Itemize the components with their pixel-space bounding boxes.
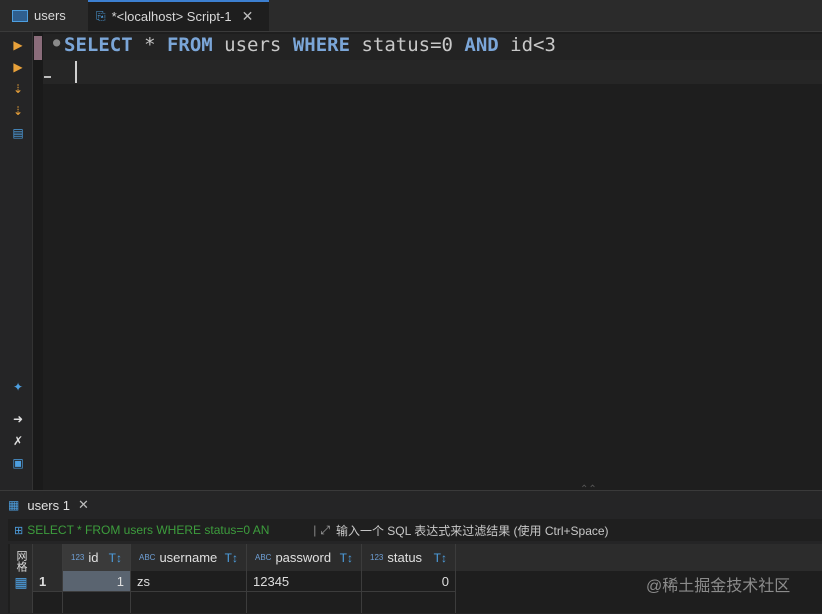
sql-keyword: FROM <box>166 34 213 56</box>
table-cell-password[interactable]: 12345 <box>247 571 362 592</box>
sql-keyword: AND <box>464 34 499 56</box>
empty-row-cell <box>63 592 131 613</box>
filter-divider: | <box>313 523 317 537</box>
column-sort-filter-icon[interactable]: T↕ <box>434 551 447 565</box>
execute-statement-new-tab-icon[interactable]: ▶ <box>11 60 25 74</box>
result-tab-label: users 1 <box>27 497 70 513</box>
row-number[interactable]: 1 <box>33 571 63 592</box>
header-filler <box>456 544 822 571</box>
sql-text: users <box>212 34 293 56</box>
empty-row-cell <box>362 592 456 613</box>
sql-keyword: SELECT <box>64 34 133 56</box>
column-sort-filter-icon[interactable]: T↕ <box>225 551 238 565</box>
grid-view-icon: ▦ <box>14 574 28 590</box>
watermark: @稀土掘金技术社区 <box>646 578 791 595</box>
panel-resize-handle-icon[interactable]: ⌃⌃ <box>580 484 597 495</box>
table-cell-username[interactable]: zs <box>131 571 247 592</box>
open-file-icon[interactable]: ▣ <box>11 456 25 470</box>
numeric-type-icon: 123 <box>370 553 384 562</box>
result-filter-bar[interactable]: ⊞ SELECT * FROM users WHERE status=0 AN … <box>8 519 822 541</box>
close-tab-icon[interactable]: ✕ <box>242 8 254 25</box>
line-marker <box>44 76 51 78</box>
expand-filter-icon[interactable]: ⤢ <box>320 523 330 538</box>
clear-output-icon[interactable]: ✗ <box>11 434 25 448</box>
explain-plan-icon[interactable]: ▤ <box>11 126 25 140</box>
editor-left-toolbar: ▶ ▶ ⇣ ⇣ ▤ ✦ ➜ ✗ ▣ <box>0 32 33 490</box>
numeric-type-icon: 123 <box>71 553 85 562</box>
row-number-header <box>33 544 63 571</box>
table-icon <box>12 9 28 22</box>
column-name: status <box>387 550 423 565</box>
editor-tab-bar: users ⎘ *<localhost> Script-1 ✕ <box>0 0 822 32</box>
transaction-mode-icon[interactable]: ✦ <box>11 380 25 394</box>
table-cell-id[interactable]: 1 <box>63 571 131 592</box>
sql-line-1[interactable]: SELECT * FROM users WHERE status=0 AND i… <box>64 34 556 56</box>
filter-input-placeholder: 输入一个 SQL 表达式来过滤结果 (使用 Ctrl+Space) <box>335 523 609 538</box>
export-icon[interactable]: ➜ <box>11 412 25 426</box>
column-name: password <box>275 550 332 565</box>
result-tab-users-1[interactable]: ▦ users 1 ✕ <box>8 494 89 516</box>
empty-row-cell <box>131 592 247 613</box>
close-result-tab-icon[interactable]: ✕ <box>78 497 89 513</box>
tab-users[interactable]: users <box>0 0 86 31</box>
column-sort-filter-icon[interactable]: T↕ <box>109 551 122 565</box>
grid-icon: ▦ <box>8 498 20 512</box>
text-type-icon: ABC <box>255 553 272 562</box>
empty-row-cell <box>247 592 362 613</box>
sql-keyword: WHERE <box>292 34 351 56</box>
column-name: id <box>88 550 99 565</box>
column-header-id[interactable]: 123 id T↕ <box>63 544 131 571</box>
execute-statement-icon[interactable]: ▶ <box>11 38 25 52</box>
sql-text: id<3 <box>498 34 556 56</box>
editor-gutter <box>33 32 43 490</box>
sql-editor[interactable] <box>33 32 822 490</box>
script-icon: ⎘ <box>96 9 106 23</box>
column-header-status[interactable]: 123 status T↕ <box>362 544 456 571</box>
current-statement-marker <box>34 36 42 60</box>
text-caret <box>75 61 77 83</box>
sql-text: * <box>132 34 167 56</box>
filter-sql-preview: SELECT * FROM users WHERE status=0 AN <box>27 523 270 537</box>
empty-row-cell <box>33 592 63 613</box>
column-name: username <box>159 550 218 565</box>
tab-script-1[interactable]: ⎘ *<localhost> Script-1 ✕ <box>88 0 269 31</box>
grid-view-toggle[interactable]: 网格 ▦ <box>10 544 33 613</box>
fold-marker-icon: ● <box>53 35 61 49</box>
tab-script-label: *<localhost> Script-1 <box>111 9 232 24</box>
column-header-password[interactable]: ABC password T↕ <box>247 544 362 571</box>
column-sort-filter-icon[interactable]: T↕ <box>340 551 353 565</box>
filter-icon: ⊞ <box>14 524 24 537</box>
grid-view-label: 网格 <box>15 550 27 572</box>
line-2-highlight <box>43 60 822 84</box>
text-type-icon: ABC <box>139 553 156 562</box>
table-cell-status[interactable]: 0 <box>362 571 456 592</box>
execute-script-new-tab-icon[interactable]: ⇣ <box>11 104 25 118</box>
sql-text: status=0 <box>350 34 465 56</box>
execute-script-icon[interactable]: ⇣ <box>11 82 25 96</box>
tab-users-label: users <box>34 8 66 23</box>
column-header-username[interactable]: ABC username T↕ <box>131 544 247 571</box>
